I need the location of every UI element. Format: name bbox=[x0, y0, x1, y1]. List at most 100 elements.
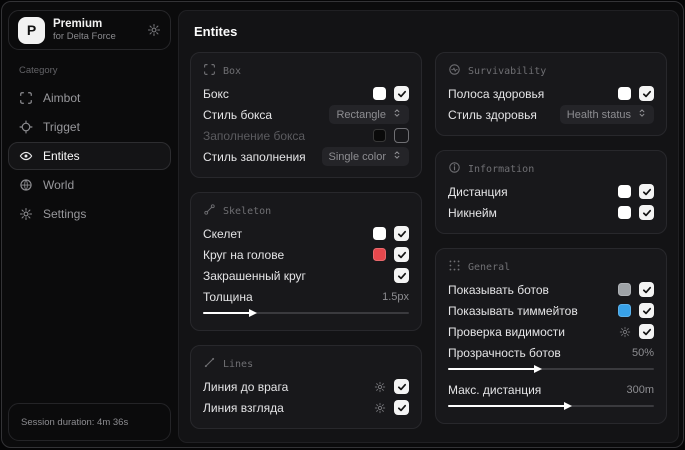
setting-row-show-bots: Показывать ботов bbox=[448, 279, 654, 300]
setting-label: Макс. дистанция bbox=[448, 382, 542, 397]
select-value: Health status bbox=[566, 108, 631, 121]
slider-thumb[interactable] bbox=[564, 402, 573, 410]
sidebar-item-label: Trigget bbox=[43, 120, 80, 134]
setting-label: Круг на голове bbox=[203, 247, 285, 262]
session-duration-text: Session duration: 4m 36s bbox=[21, 416, 129, 428]
setting-row-view-line: Линия взгляда bbox=[203, 397, 409, 418]
slider-value: 50% bbox=[631, 346, 654, 359]
gear-icon[interactable] bbox=[147, 23, 161, 37]
color-swatch[interactable] bbox=[618, 185, 631, 198]
setting-label: Полоса здоровья bbox=[448, 86, 545, 101]
sidebar-item-entites[interactable]: Entites bbox=[8, 142, 171, 170]
checkbox-checked[interactable] bbox=[394, 86, 409, 101]
category-label: Category bbox=[19, 65, 58, 76]
slider-thumb[interactable] bbox=[533, 365, 542, 373]
setting-label: Никнейм bbox=[448, 205, 497, 220]
setting-label: Показывать тиммейтов bbox=[448, 303, 578, 318]
brand-subtitle: for Delta Force bbox=[53, 31, 116, 43]
sidebar-item-world[interactable]: World bbox=[8, 171, 171, 199]
card-skeleton: Skeleton Скелет Круг на голове Закрашенн… bbox=[190, 192, 422, 331]
setting-row-skeleton: Скелет bbox=[203, 223, 409, 244]
sidebar-item-label: World bbox=[43, 178, 75, 192]
color-swatch[interactable] bbox=[373, 129, 386, 142]
setting-row-fill-style: Стиль заполнения Single color bbox=[203, 146, 409, 167]
gear-icon[interactable] bbox=[619, 326, 631, 338]
dots-grid-icon bbox=[448, 259, 461, 275]
gear-icon bbox=[19, 207, 33, 221]
card-title: Lines bbox=[223, 358, 254, 370]
slider-thumb[interactable] bbox=[249, 309, 258, 317]
card-title: Information bbox=[468, 163, 535, 175]
checkbox-checked[interactable] bbox=[394, 379, 409, 394]
setting-row-thickness: Толщина 1.5px bbox=[203, 286, 409, 307]
checkbox-checked[interactable] bbox=[394, 400, 409, 415]
checkbox-checked[interactable] bbox=[639, 205, 654, 220]
pulse-icon bbox=[448, 63, 461, 79]
checkbox-checked[interactable] bbox=[394, 226, 409, 241]
fill-style-select[interactable]: Single color bbox=[321, 147, 409, 166]
checkbox-checked[interactable] bbox=[639, 184, 654, 199]
setting-label: Бокс bbox=[203, 86, 229, 101]
setting-label: Показывать ботов bbox=[448, 282, 549, 297]
select-value: Single color bbox=[328, 150, 386, 163]
setting-row-box-style: Стиль бокса Rectangle bbox=[203, 104, 409, 125]
color-swatch[interactable] bbox=[373, 227, 386, 240]
page-title: Entites bbox=[194, 24, 238, 39]
setting-row-visibility-check: Проверка видимости bbox=[448, 321, 654, 342]
brand-text: Premium for Delta Force bbox=[53, 17, 139, 43]
setting-label: Закрашенный круг bbox=[203, 268, 306, 283]
color-swatch[interactable] bbox=[373, 248, 386, 261]
chevrons-updown-icon bbox=[392, 108, 402, 121]
setting-row-box-fill: Заполнение бокса bbox=[203, 125, 409, 146]
sidebar-item-settings[interactable]: Settings bbox=[8, 200, 171, 228]
sidebar-item-label: Entites bbox=[43, 149, 80, 163]
gear-icon[interactable] bbox=[374, 402, 386, 414]
session-duration: Session duration: 4m 36s bbox=[8, 403, 171, 441]
chevrons-updown-icon bbox=[637, 108, 647, 121]
card-box: Box Бокс Стиль бокса Rectangle Заполнени… bbox=[190, 52, 422, 178]
globe-icon bbox=[19, 178, 33, 192]
card-general: General Показывать ботов Показывать тимм… bbox=[435, 248, 667, 424]
health-style-select[interactable]: Health status bbox=[559, 105, 654, 124]
checkbox-checked[interactable] bbox=[639, 86, 654, 101]
setting-row-nickname: Никнейм bbox=[448, 202, 654, 223]
checkbox-unchecked[interactable] bbox=[394, 128, 409, 143]
color-swatch[interactable] bbox=[373, 87, 386, 100]
setting-label: Стиль здоровья bbox=[448, 107, 537, 122]
card-lines: Lines Линия до врага Линия взгляда bbox=[190, 345, 422, 429]
checkbox-checked[interactable] bbox=[639, 303, 654, 318]
info-icon bbox=[448, 161, 461, 177]
brand-logo: P bbox=[18, 16, 45, 44]
setting-label: Линия взгляда bbox=[203, 400, 284, 415]
entities-eye-icon bbox=[19, 149, 33, 163]
sidebar-item-aimbot[interactable]: Aimbot bbox=[8, 84, 171, 112]
brand-title: Premium bbox=[53, 17, 103, 30]
select-value: Rectangle bbox=[336, 108, 386, 121]
setting-row-max-distance: Макс. дистанция 300m bbox=[448, 379, 654, 400]
setting-row-distance: Дистанция bbox=[448, 181, 654, 202]
gear-icon[interactable] bbox=[374, 381, 386, 393]
checkbox-checked[interactable] bbox=[639, 324, 654, 339]
setting-label: Скелет bbox=[203, 226, 243, 241]
color-swatch[interactable] bbox=[618, 304, 631, 317]
checkbox-checked[interactable] bbox=[394, 268, 409, 283]
card-title: General bbox=[468, 261, 511, 273]
box-style-select[interactable]: Rectangle bbox=[329, 105, 409, 124]
checkbox-checked[interactable] bbox=[394, 247, 409, 262]
setting-row-filled-circle: Закрашенный круг bbox=[203, 265, 409, 286]
sidebar-item-trigget[interactable]: Trigget bbox=[8, 113, 171, 141]
checkbox-checked[interactable] bbox=[639, 282, 654, 297]
setting-label: Линия до врага bbox=[203, 379, 289, 394]
color-swatch[interactable] bbox=[618, 206, 631, 219]
color-swatch[interactable] bbox=[618, 87, 631, 100]
brand-card: P Premium for Delta Force bbox=[8, 10, 171, 50]
setting-label: Прозрачность ботов bbox=[448, 345, 561, 360]
app-window: P Premium for Delta Force Category Aimbo… bbox=[1, 1, 684, 448]
bot-opacity-slider[interactable] bbox=[448, 364, 654, 374]
setting-row-head-circle: Круг на голове bbox=[203, 244, 409, 265]
setting-row-bot-opacity: Прозрачность ботов 50% bbox=[448, 342, 654, 363]
thickness-slider[interactable] bbox=[203, 308, 409, 318]
color-swatch[interactable] bbox=[618, 283, 631, 296]
main-panel: Entites Box Бокс Стиль бокса Rectangle З… bbox=[178, 10, 679, 443]
max-distance-slider[interactable] bbox=[448, 401, 654, 411]
